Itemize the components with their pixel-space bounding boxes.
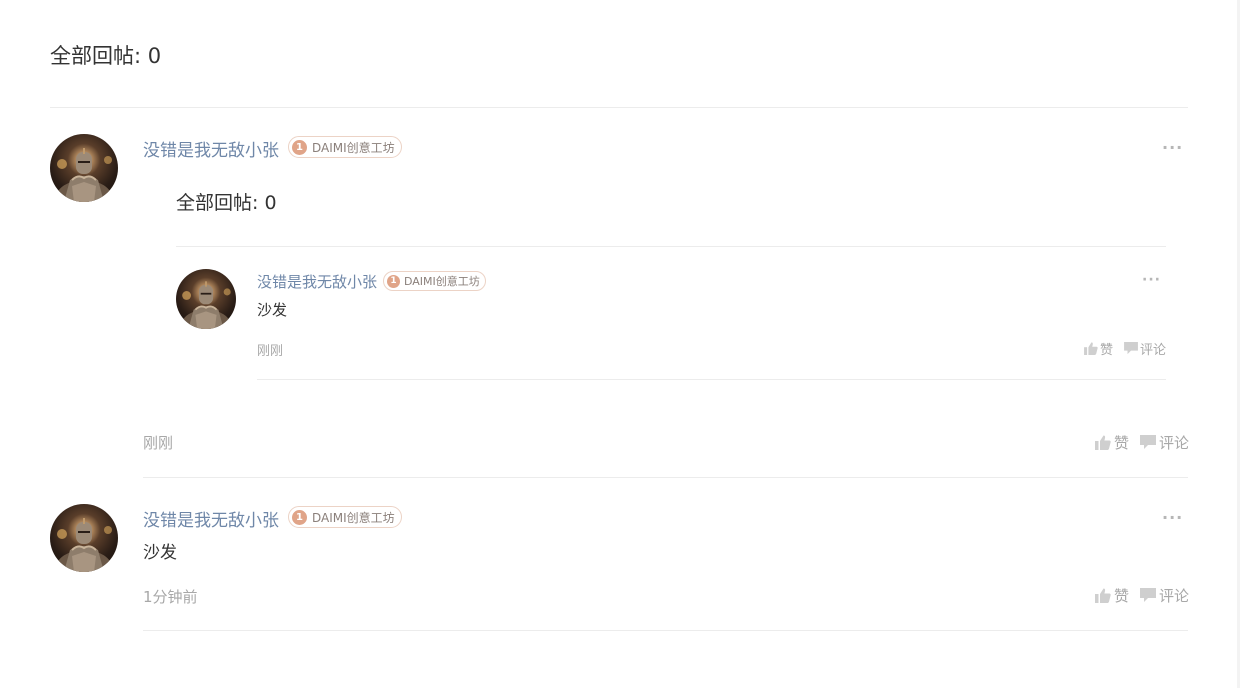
like-label: 赞: [1100, 343, 1114, 358]
post-2-username[interactable]: 没错是我无敌小张: [143, 506, 279, 531]
level-icon: 1: [387, 274, 400, 288]
post-2-badge[interactable]: 1 DAIMI创意工坊: [288, 506, 402, 528]
reply-more-icon[interactable]: ···: [1142, 272, 1161, 288]
level-icon: 1: [292, 509, 307, 525]
comment-label: 评论: [1159, 434, 1190, 452]
like-label: 赞: [1114, 587, 1130, 605]
post-1-avatar[interactable]: [50, 134, 118, 202]
post-1-comment-button[interactable]: 评论: [1140, 432, 1189, 453]
nested-divider-top: [176, 246, 1166, 247]
reply-badge[interactable]: 1 DAIMI创意工坊: [383, 271, 486, 291]
post-2-avatar[interactable]: [50, 504, 118, 572]
badge-label: DAIMI创意工坊: [312, 140, 395, 155]
thumbs-up-icon: [1084, 342, 1098, 355]
reply-username[interactable]: 没错是我无敌小张: [257, 271, 377, 292]
reply-time: 刚刚: [257, 344, 284, 359]
comment-bubble-icon: [1124, 342, 1138, 355]
level-icon: 1: [292, 139, 307, 155]
post-1-divider: [143, 477, 1188, 478]
reply-like-button[interactable]: 赞: [1084, 339, 1113, 358]
like-label: 赞: [1114, 434, 1130, 452]
post-1-more-icon[interactable]: ···: [1162, 138, 1183, 157]
post-2-time: 1分钟前: [143, 588, 198, 606]
page-title: 全部回帖: 0: [50, 44, 162, 68]
comment-bubble-icon: [1140, 588, 1156, 602]
comment-label: 评论: [1159, 587, 1190, 605]
thumbs-up-icon: [1095, 435, 1111, 450]
post-1-time: 刚刚: [143, 434, 174, 452]
post-1-nested-title: 全部回帖: 0: [176, 192, 277, 214]
post-2-content: 沙发: [143, 543, 177, 563]
post-2-like-button[interactable]: 赞: [1095, 585, 1129, 606]
badge-label: DAIMI创意工坊: [312, 510, 395, 525]
post-1-badge[interactable]: 1 DAIMI创意工坊: [288, 136, 402, 158]
post-1-username[interactable]: 没错是我无敌小张: [143, 136, 279, 161]
post-2-comment-button[interactable]: 评论: [1140, 585, 1189, 606]
thumbs-up-icon: [1095, 588, 1111, 603]
post-2-divider: [143, 630, 1188, 631]
post-1-like-button[interactable]: 赞: [1095, 432, 1129, 453]
badge-label: DAIMI创意工坊: [404, 275, 480, 288]
reply-divider: [257, 379, 1166, 380]
comment-bubble-icon: [1140, 435, 1156, 449]
comment-label: 评论: [1140, 343, 1167, 358]
reply-content: 沙发: [257, 301, 288, 319]
reply-comment-button[interactable]: 评论: [1124, 339, 1166, 358]
header-divider: [50, 107, 1188, 108]
post-2-more-icon[interactable]: ···: [1162, 508, 1183, 527]
reply-avatar[interactable]: [176, 269, 236, 329]
